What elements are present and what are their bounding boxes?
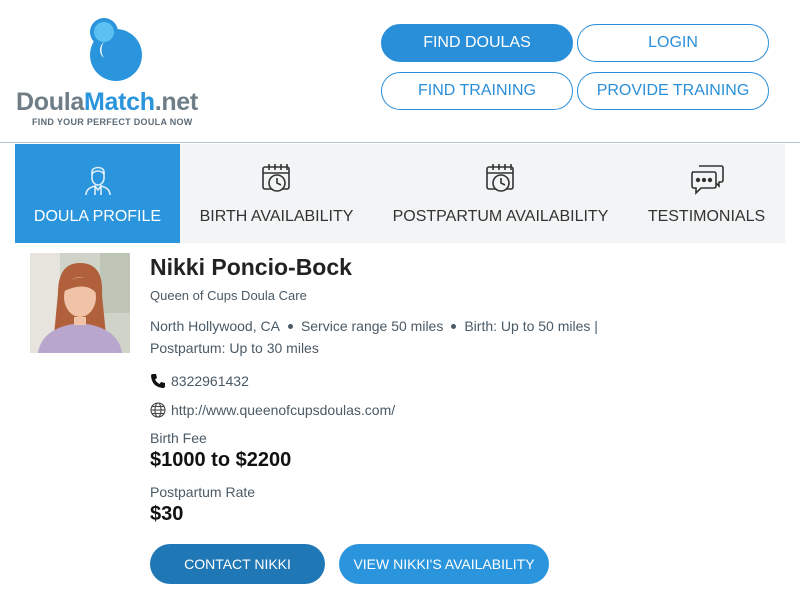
logo-word-doula: Doula bbox=[16, 88, 84, 116]
birth-fee-label: Birth Fee bbox=[150, 430, 207, 446]
chat-bubbles-icon bbox=[689, 162, 725, 201]
postpartum-rate-value: $30 bbox=[150, 503, 184, 525]
tab-label: DOULA PROFILE bbox=[33, 208, 162, 225]
business-name: Queen of Cups Doula Care bbox=[150, 288, 307, 303]
service-range: Service range 50 miles bbox=[300, 318, 444, 334]
globe-icon bbox=[150, 402, 166, 418]
website-link[interactable]: http://www.queenofcupsdoulas.com/ bbox=[171, 402, 395, 418]
tab-label: BIRTH AVAILABILITY bbox=[199, 208, 354, 225]
phone-row[interactable]: 8322961432 bbox=[150, 373, 249, 389]
logo-mark-icon bbox=[90, 18, 142, 81]
contact-button[interactable]: CONTACT NIKKI bbox=[150, 544, 325, 584]
tab-doula-profile[interactable]: DOULA PROFILE bbox=[15, 144, 180, 243]
location: North Hollywood, CA bbox=[150, 318, 280, 334]
logo-word-net: .net bbox=[154, 88, 199, 116]
logo-tagline: FIND YOUR PERFECT DOULA NOW bbox=[32, 117, 193, 127]
doula-name: Nikki Poncio-Bock bbox=[150, 254, 352, 280]
birth-range: Birth: Up to 50 miles | bbox=[464, 318, 598, 334]
website-row[interactable]: http://www.queenofcupsdoulas.com/ bbox=[150, 402, 395, 418]
person-icon bbox=[83, 162, 113, 201]
site-logo[interactable]: DoulaMatch.net FIND YOUR PERFECT DOULA N… bbox=[14, 10, 224, 135]
separator-dot bbox=[451, 323, 457, 329]
find-training-button[interactable]: FIND TRAINING bbox=[381, 72, 573, 110]
calendar-clock-icon bbox=[484, 162, 518, 201]
profile-tabs: DOULA PROFILE BIRTH AVAILABILITY POSTPAR… bbox=[15, 144, 785, 243]
postpartum-rate-label: Postpartum Rate bbox=[150, 484, 256, 500]
separator-dot bbox=[287, 323, 293, 329]
tab-label: TESTIMONIALS bbox=[647, 208, 766, 225]
logo-wordmark: DoulaMatch.net bbox=[16, 88, 198, 117]
birth-fee-value: $1000 to $2200 bbox=[150, 449, 292, 471]
find-doulas-button[interactable]: FIND DOULAS bbox=[381, 24, 573, 62]
phone-icon bbox=[150, 373, 166, 389]
view-availability-button[interactable]: VIEW NIKKI'S AVAILABILITY bbox=[339, 544, 549, 584]
calendar-clock-icon bbox=[260, 162, 294, 201]
provide-training-button[interactable]: PROVIDE TRAINING bbox=[577, 72, 769, 110]
profile-photo bbox=[30, 253, 130, 353]
tab-testimonials[interactable]: TESTIMONIALS bbox=[628, 144, 785, 243]
service-info: North Hollywood, CA Service range 50 mile… bbox=[150, 318, 598, 334]
login-button[interactable]: LOGIN bbox=[577, 24, 769, 62]
tab-label: POSTPARTUM AVAILABILITY bbox=[392, 208, 609, 225]
tab-postpartum-availability[interactable]: POSTPARTUM AVAILABILITY bbox=[373, 144, 628, 243]
site-header: DoulaMatch.net FIND YOUR PERFECT DOULA N… bbox=[0, 0, 800, 143]
postpartum-range: Postpartum: Up to 30 miles bbox=[150, 340, 319, 356]
tab-birth-availability[interactable]: BIRTH AVAILABILITY bbox=[180, 144, 373, 243]
phone-number[interactable]: 8322961432 bbox=[171, 373, 249, 389]
logo-word-match: Match bbox=[83, 88, 155, 116]
